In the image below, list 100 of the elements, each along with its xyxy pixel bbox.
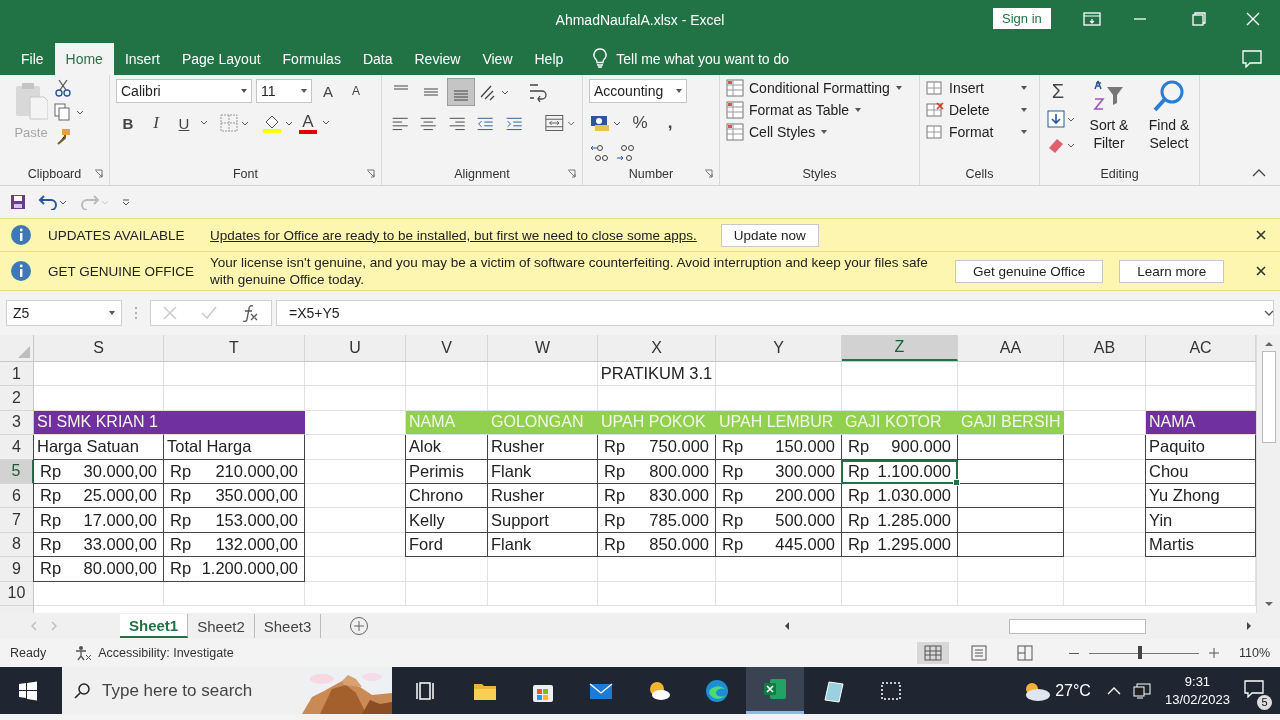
empty-cell[interactable] xyxy=(406,581,488,606)
styles-menu-button[interactable]: Format as Table xyxy=(749,102,862,118)
add-sheet-icon[interactable] xyxy=(349,616,370,636)
name-box[interactable]: Z5 xyxy=(6,300,122,326)
table-style-icon[interactable] xyxy=(726,101,744,119)
empty-cell[interactable] xyxy=(164,386,305,411)
paste-icon[interactable] xyxy=(14,81,48,121)
row-header[interactable]: 1 xyxy=(0,362,34,387)
zoom-level[interactable]: 110% xyxy=(1238,646,1270,660)
network-icon[interactable] xyxy=(1132,682,1151,699)
merge-center-icon[interactable] xyxy=(544,113,577,133)
zoom-slider-thumb[interactable] xyxy=(1137,646,1142,659)
number-format-field[interactable]: Accounting xyxy=(589,79,687,103)
column-header[interactable]: W xyxy=(488,335,598,361)
empty-cell[interactable] xyxy=(842,386,958,411)
font-color-button[interactable]: A xyxy=(298,112,318,134)
empty-cell[interactable] xyxy=(716,557,842,582)
column-header[interactable]: AA xyxy=(958,335,1064,361)
decrease-decimal-icon[interactable] xyxy=(615,143,637,163)
empty-cell[interactable] xyxy=(164,581,305,606)
restore-icon[interactable] xyxy=(1192,12,1206,26)
styles-menu-button[interactable]: Cell Styles xyxy=(749,124,828,140)
message-button[interactable]: Get genuine Office xyxy=(955,259,1104,283)
empty-cell[interactable] xyxy=(488,581,598,606)
increase-font-size-button[interactable]: A xyxy=(316,79,340,103)
bold-button[interactable]: B xyxy=(116,111,140,135)
clock-date[interactable]: 13/02/2023 xyxy=(1164,690,1230,709)
empty-cell[interactable] xyxy=(488,557,598,582)
empty-cell[interactable] xyxy=(598,557,716,582)
ribbon-tab[interactable]: Data xyxy=(351,43,404,75)
ribbon-display-icon[interactable] xyxy=(1083,12,1101,26)
empty-cell[interactable] xyxy=(305,362,406,387)
empty-cell[interactable] xyxy=(406,557,488,582)
save-icon[interactable] xyxy=(10,194,26,210)
lightbulb-icon[interactable] xyxy=(592,48,609,68)
ribbon-tab[interactable]: Page Layout xyxy=(170,43,272,75)
empty-cell[interactable] xyxy=(958,557,1064,582)
cells-menu-button[interactable]: Format xyxy=(949,124,1027,140)
close-icon[interactable] xyxy=(1256,230,1266,240)
redo-icon[interactable] xyxy=(80,194,110,210)
dialog-launcher-icon[interactable] xyxy=(94,169,103,178)
column-header[interactable]: AB xyxy=(1064,335,1146,361)
sheet-tab[interactable]: Sheet2 xyxy=(188,614,255,638)
empty-cell[interactable] xyxy=(842,362,958,387)
tell-me-field[interactable]: Tell me what you want to do xyxy=(616,43,790,75)
scroll-thumb[interactable] xyxy=(1009,618,1146,634)
dialog-launcher-icon[interactable] xyxy=(704,169,713,178)
column-header[interactable]: T xyxy=(164,335,305,361)
row-header[interactable]: 4 xyxy=(0,435,34,460)
empty-cell[interactable] xyxy=(716,386,842,411)
empty-cell[interactable] xyxy=(164,362,305,387)
empty-cell[interactable] xyxy=(598,581,716,606)
empty-cell[interactable] xyxy=(406,362,488,387)
empty-cell[interactable] xyxy=(406,386,488,411)
empty-cell[interactable] xyxy=(958,386,1064,411)
column-header[interactable]: Z xyxy=(842,335,958,361)
empty-cell[interactable] xyxy=(1064,557,1146,582)
checkmark-icon[interactable] xyxy=(201,306,217,320)
scroll-down-icon[interactable] xyxy=(1263,601,1274,607)
column-header[interactable]: V xyxy=(406,335,488,361)
scroll-left-icon[interactable] xyxy=(784,621,790,631)
temperature-text[interactable]: 27°C xyxy=(1055,681,1091,700)
drag-handle-icon[interactable] xyxy=(134,305,138,321)
message-button[interactable]: Learn more xyxy=(1119,259,1225,283)
styles-menu-button[interactable]: Conditional Formatting xyxy=(749,80,902,96)
formula-field[interactable]: =X5+Y5 xyxy=(276,300,1274,326)
sign-in-button[interactable]: Sign in xyxy=(993,8,1051,29)
cut-icon[interactable] xyxy=(54,79,72,97)
insert-function-icon[interactable] xyxy=(241,304,259,322)
notification-icon[interactable] xyxy=(1244,679,1264,698)
taskbar-search-field[interactable]: Type here to search xyxy=(62,667,392,714)
cells-menu-button[interactable]: Delete xyxy=(949,102,1027,118)
ribbon-tab[interactable]: Home xyxy=(54,43,114,75)
windows-start-icon[interactable] xyxy=(18,680,38,701)
excel-icon[interactable] xyxy=(746,667,804,714)
decrease-font-size-button[interactable]: A xyxy=(344,79,368,103)
empty-cell[interactable] xyxy=(1064,581,1146,606)
sheet-tab[interactable]: Sheet3 xyxy=(254,614,322,638)
row-header[interactable]: 8 xyxy=(0,532,34,558)
empty-cell[interactable] xyxy=(305,386,406,411)
table-style-icon[interactable] xyxy=(726,123,744,141)
column-header[interactable]: S xyxy=(34,335,164,361)
sort-filter-button[interactable]: Sort & Filter xyxy=(1082,116,1136,152)
empty-cell[interactable] xyxy=(1064,362,1146,387)
cells-icon[interactable] xyxy=(926,79,944,97)
normal-view-icon[interactable] xyxy=(916,642,949,664)
ribbon-tab[interactable]: Help xyxy=(523,43,575,75)
empty-cell[interactable] xyxy=(842,581,958,606)
wrap-text-icon[interactable] xyxy=(528,81,550,103)
row-header[interactable]: 5 xyxy=(0,459,34,484)
sort-filter-icon[interactable] xyxy=(1092,79,1126,113)
ribbon-tab[interactable]: View xyxy=(471,43,524,75)
caret-icon[interactable] xyxy=(200,120,208,126)
empty-cell[interactable] xyxy=(598,386,716,411)
fill-down-icon[interactable] xyxy=(1046,109,1076,129)
undo-icon[interactable] xyxy=(38,194,68,210)
ribbon-tab[interactable]: Insert xyxy=(113,43,171,75)
dialog-launcher-icon[interactable] xyxy=(366,169,375,178)
row-header[interactable]: 3 xyxy=(0,410,34,436)
autosum-button[interactable]: Σ xyxy=(1046,79,1070,103)
